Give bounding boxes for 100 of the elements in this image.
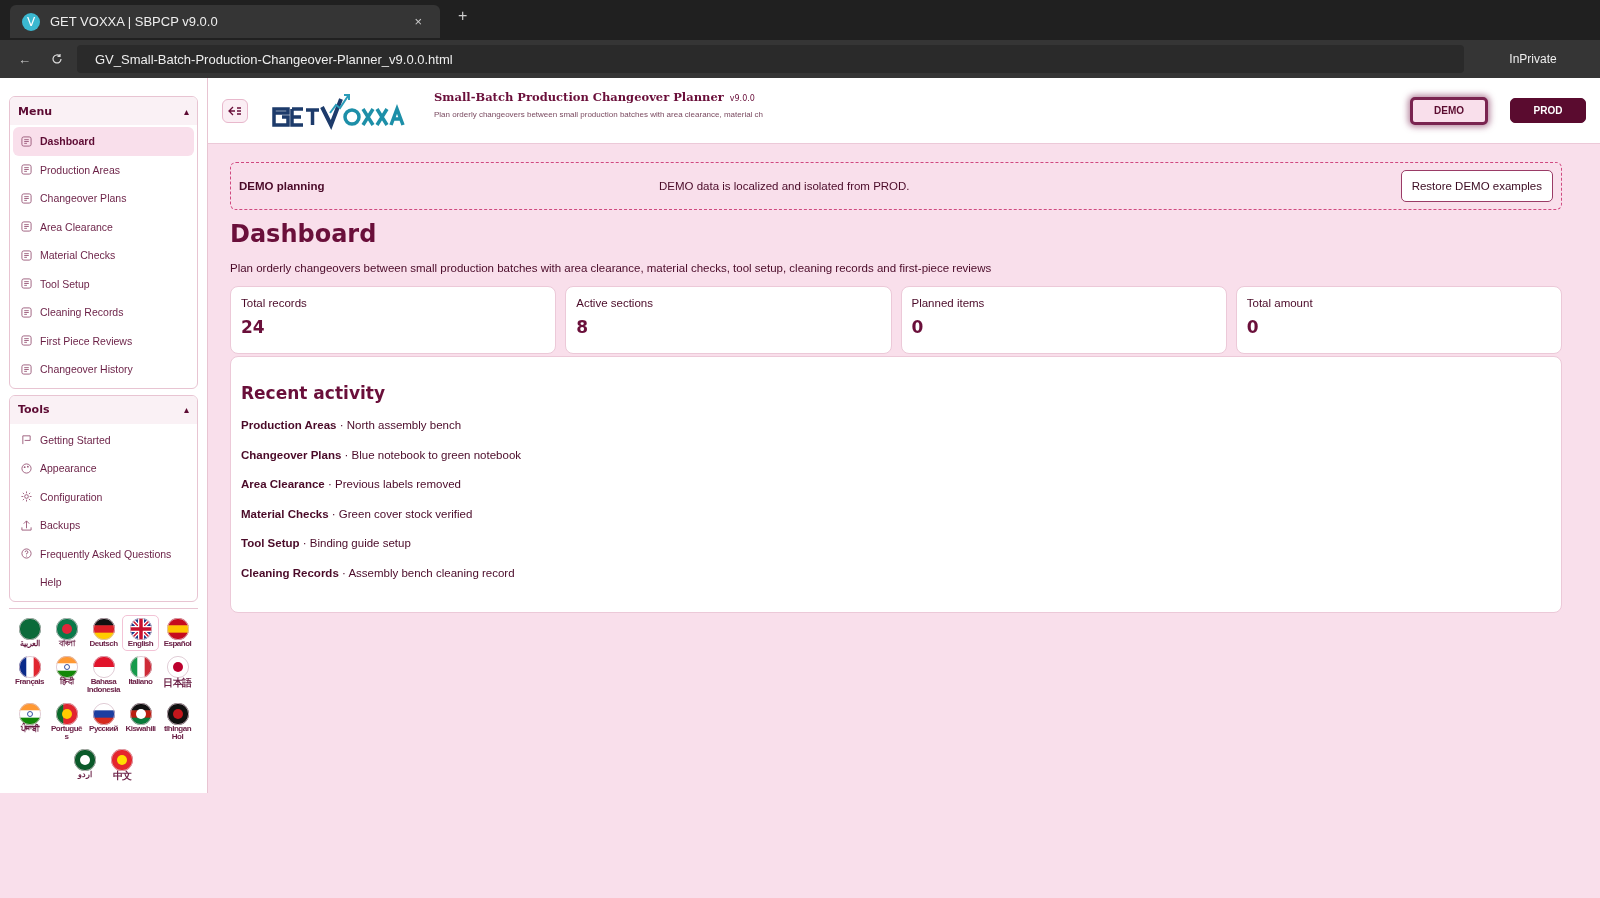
stat-value: 24 bbox=[241, 317, 266, 337]
flag-icon bbox=[129, 617, 152, 640]
document-icon bbox=[21, 192, 32, 204]
flag-icon bbox=[74, 749, 96, 772]
language-option[interactable]: 日本語 bbox=[159, 652, 196, 698]
flag-icon bbox=[21, 434, 32, 446]
sidebar-item[interactable]: Material Checks bbox=[13, 241, 194, 270]
collapse-icon bbox=[228, 105, 242, 116]
language-option[interactable]: Deutsch bbox=[85, 614, 122, 651]
stat-value: 0 bbox=[911, 317, 925, 337]
activity-item: Production Areas · North assembly bench bbox=[241, 419, 462, 431]
refresh-icon[interactable] bbox=[51, 53, 63, 65]
language-option[interactable]: Français bbox=[11, 652, 48, 698]
sidebar-item[interactable]: First Piece Reviews bbox=[13, 326, 194, 355]
caret-icon: ▴ bbox=[183, 404, 189, 415]
page-title: Dashboard bbox=[230, 220, 378, 248]
back-button[interactable]: ← bbox=[12, 50, 37, 68]
sidebar-item[interactable]: Backups bbox=[13, 511, 194, 540]
activity-item: Changeover Plans · Blue notebook to green notebook bbox=[241, 448, 522, 461]
sidebar-item[interactable]: Getting Started bbox=[13, 425, 194, 454]
language-option[interactable]: tlhIngan Hol bbox=[159, 699, 196, 745]
document-icon bbox=[21, 306, 32, 318]
activity-item: Cleaning Records · Assembly bench cleaning record bbox=[241, 566, 515, 579]
language-option[interactable]: বাংলা bbox=[48, 614, 85, 651]
stat-label: Total amount bbox=[1246, 297, 1314, 309]
flag-icon bbox=[166, 655, 189, 678]
flag-icon bbox=[55, 655, 78, 678]
banner-title: DEMO planning bbox=[239, 180, 326, 192]
upload-icon bbox=[21, 519, 32, 531]
document-icon bbox=[21, 278, 32, 290]
stat-value: 0 bbox=[1246, 317, 1260, 337]
language-option[interactable]: हिन्दी bbox=[48, 652, 85, 698]
section-header[interactable]: Tools ▴ bbox=[10, 395, 197, 424]
app-title: Small-Batch Production Changeover Planner bbox=[434, 90, 724, 104]
stat-label: Active sections bbox=[576, 297, 654, 309]
sidebar-item[interactable]: Tool Setup bbox=[13, 269, 194, 298]
collapse-sidebar-button[interactable] bbox=[222, 98, 248, 123]
language-option[interactable]: Bahasa Indonesia bbox=[85, 652, 122, 698]
language-option[interactable]: Italiano bbox=[122, 652, 159, 698]
language-option[interactable]: Русский bbox=[85, 699, 122, 745]
profile-label[interactable]: InPrivate bbox=[1478, 52, 1588, 66]
sidebar-item[interactable]: Area Clearance bbox=[13, 212, 194, 241]
activity-item: Material Checks · Green cover stock verified bbox=[241, 507, 473, 520]
flag-icon bbox=[129, 655, 152, 678]
banner-message: DEMO data is localized and isolated from PROD. bbox=[659, 180, 911, 192]
document-icon bbox=[21, 363, 32, 375]
browser-tab[interactable]: V GET VOXXA | SBPCP v9.0.0 × bbox=[10, 5, 440, 38]
help-icon bbox=[21, 548, 32, 560]
language-option[interactable]: 中文 bbox=[103, 746, 141, 785]
flag-icon bbox=[18, 702, 41, 725]
recent-activity-title: Recent activity bbox=[241, 383, 386, 403]
document-icon bbox=[21, 164, 32, 176]
sidebar-item[interactable]: Changeover Plans bbox=[13, 184, 194, 213]
section-title: Menu bbox=[18, 104, 53, 118]
flag-icon bbox=[92, 617, 115, 640]
sidebar-item[interactable]: Appearance bbox=[13, 454, 194, 483]
section-header[interactable]: Menu ▴ bbox=[10, 97, 197, 125]
sidebar-item[interactable]: Changeover History bbox=[13, 355, 194, 384]
mode-button[interactable]: DEMO bbox=[1410, 96, 1488, 125]
close-tab-button[interactable]: × bbox=[408, 13, 428, 30]
sidebar-item[interactable]: Dashboard bbox=[13, 127, 194, 156]
caret-icon: ▴ bbox=[183, 105, 189, 117]
flag-icon bbox=[55, 702, 78, 725]
flag-icon bbox=[111, 749, 133, 772]
flag-icon bbox=[166, 617, 189, 640]
mode-button[interactable]: PROD bbox=[1510, 98, 1586, 123]
language-option[interactable]: العربية bbox=[11, 614, 48, 651]
palette-icon bbox=[21, 462, 32, 474]
document-icon bbox=[21, 221, 32, 233]
flag-icon bbox=[55, 617, 78, 640]
language-option[interactable]: Kiswahili bbox=[122, 699, 159, 745]
flag-icon bbox=[18, 655, 41, 678]
language-option[interactable]: Español bbox=[159, 614, 196, 651]
site-icon: V bbox=[22, 12, 40, 31]
language-option[interactable]: ਪੰਜਾਬੀ bbox=[11, 699, 48, 745]
section-title: Tools bbox=[18, 403, 50, 416]
language-option[interactable]: اردو bbox=[66, 746, 104, 785]
flag-icon bbox=[129, 702, 152, 725]
sidebar-item[interactable]: Help bbox=[13, 568, 194, 597]
restore-button[interactable]: Restore DEMO examples bbox=[1400, 170, 1553, 202]
flag-icon bbox=[166, 702, 189, 725]
stat-label: Total records bbox=[241, 297, 308, 309]
language-option[interactable]: Português bbox=[48, 699, 85, 745]
sidebar-item[interactable]: Cleaning Records bbox=[13, 298, 194, 327]
sidebar-item[interactable]: Frequently Asked Questions bbox=[13, 539, 194, 568]
version-label: v9.0.0 bbox=[729, 94, 755, 103]
address-field[interactable]: GV_Small-Batch-Production-Changeover-Planner_v9.0.0.html bbox=[77, 45, 1464, 73]
flag-icon bbox=[18, 617, 41, 640]
stat-label: Planned items bbox=[911, 297, 986, 309]
activity-item: Tool Setup · Binding guide setup bbox=[241, 537, 411, 549]
language-option[interactable]: English bbox=[122, 614, 159, 651]
document-icon bbox=[21, 135, 32, 147]
stat-value: 8 bbox=[576, 317, 590, 337]
activity-item: Area Clearance · Previous labels removed bbox=[241, 478, 461, 490]
tab-title: GET VOXXA | SBPCP v9.0.0 bbox=[50, 14, 219, 29]
sidebar-item[interactable]: Production Areas bbox=[13, 155, 194, 184]
document-icon bbox=[21, 249, 32, 261]
sidebar-item[interactable]: Configuration bbox=[13, 482, 194, 511]
settings-icon bbox=[21, 491, 32, 503]
new-tab-button[interactable]: + bbox=[452, 6, 474, 26]
